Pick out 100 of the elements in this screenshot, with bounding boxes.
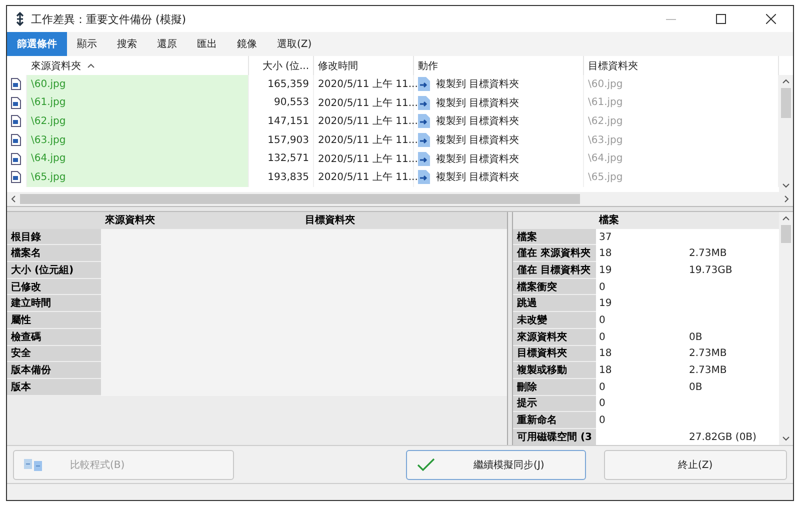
stat-count: 0 [598,314,606,328]
menu-tab[interactable]: 鏡像 [227,32,267,56]
scroll-up-icon[interactable] [782,78,790,84]
scroll-right-icon[interactable] [784,195,789,203]
menu-tab[interactable]: 篩選條件 [7,32,67,56]
image-file-icon [11,152,21,165]
vertical-scrollbar[interactable] [779,75,793,192]
property-label: 大小 (位元組) [7,262,101,279]
stat-count: 19 [598,264,613,278]
stat-label: 檔案 [513,228,596,246]
stat-label: 提示 [513,396,596,412]
stat-label: 未改變 [513,312,596,329]
property-label: 安全 [7,346,101,362]
stat-size: 2.73MB [688,247,728,262]
property-label: 檢查碼 [7,328,101,346]
column-header[interactable]: 目標資料夾 [584,56,779,75]
stat-label: 檔案衝突 [513,278,596,296]
image-file-icon [11,171,21,184]
stat-size: 2.73MB [688,364,728,378]
column-header[interactable]: 大小 (位... [249,56,314,75]
action-cell-text: 複製到 目標資料夾 [436,134,520,148]
source-file-cell: \62.jpg [27,112,249,131]
copy-arrow-icon [418,114,430,128]
scroll-thumb[interactable] [20,194,580,204]
stat-size: 2.73MB [688,347,728,362]
copy-arrow-icon [418,77,430,92]
stat-label: 來源資料夾 [513,328,596,346]
checkmark-icon [417,458,436,472]
stat-count: 0 [598,280,606,295]
menu-tab[interactable]: 匯出 [187,32,227,56]
sync-app-icon [15,12,25,26]
image-file-icon [11,115,21,128]
scroll-down-icon[interactable] [782,183,790,189]
size-cell: 90,553 [249,94,314,112]
property-label: 屬性 [7,312,101,329]
minimize-icon [666,18,676,20]
stat-count: 0 [598,397,606,412]
scroll-left-icon[interactable] [11,195,16,203]
stat-size: 27.82GB (0B) [688,430,758,445]
stat-label: 僅在 來源資料夾 [513,245,596,262]
size-cell: 157,903 [249,130,314,150]
property-label: 版本備份 [7,362,101,379]
column-header[interactable]: 修改時間 [314,56,414,75]
stat-count: 0 [598,330,606,345]
source-file-cell: \63.jpg [27,130,249,150]
stat-label: 複製或移動 [513,362,596,379]
vertical-scrollbar[interactable] [779,212,793,445]
action-button[interactable]: 繼續模擬同步(J) [406,450,586,480]
stat-count: 0 [598,414,606,428]
stat-size: 19.73GB [688,264,734,278]
property-label: 建立時間 [7,295,101,312]
scroll-thumb[interactable] [781,225,791,243]
compare-files-icon [24,456,42,472]
menu-tab[interactable]: 選取(Z) [267,32,322,56]
property-label: 已修改 [7,278,101,296]
property-label: 檔案名 [7,245,101,262]
menu-tab[interactable]: 搜索 [107,32,147,56]
size-cell: 132,571 [249,149,314,168]
size-cell: 147,151 [249,112,314,131]
stat-count: 37 [598,230,613,245]
stat-label: 僅在 目標資料夾 [513,262,596,279]
details-column-header: 目標資料夾 [301,212,507,229]
menu-tab[interactable]: 還原 [147,32,187,56]
image-file-icon [11,78,21,90]
action-cell-text: 複製到 目標資料夾 [436,170,520,184]
source-file-cell: \64.jpg [27,149,249,168]
stat-count: 18 [598,364,613,378]
copy-arrow-icon [418,133,430,148]
column-header[interactable]: 動作 [414,56,584,75]
maximize-icon [716,14,726,24]
close-icon [766,14,776,24]
stat-count: 0 [598,380,606,395]
image-file-icon [11,96,21,109]
source-file-cell: \65.jpg [27,168,249,187]
scroll-thumb[interactable] [781,88,791,118]
stats-header: 檔案 [596,212,686,229]
stat-size: 0B [688,380,704,395]
image-file-icon [11,134,21,146]
action-button[interactable]: 終止(Z) [604,450,787,480]
copy-arrow-icon [418,170,430,184]
action-cell-text: 複製到 目標資料夾 [436,78,520,92]
source-file-cell: \60.jpg [27,75,249,94]
action-cell-text: 複製到 目標資料夾 [436,114,520,128]
sort-ascending-icon [87,63,95,68]
menu-tab[interactable]: 顯示 [67,32,107,56]
action-cell-text: 複製到 目標資料夾 [436,96,520,110]
size-cell: 193,835 [249,168,314,187]
property-label: 版本 [7,378,101,396]
source-file-cell: \61.jpg [27,94,249,112]
stat-label: 目標資料夾 [513,346,596,362]
details-column-header: 來源資料夾 [101,212,301,229]
stat-count: 18 [598,347,613,362]
scroll-down-icon[interactable] [782,436,790,442]
stat-count: 18 [598,247,613,262]
action-cell-text: 複製到 目標資料夾 [436,152,520,166]
scroll-up-icon[interactable] [782,215,790,221]
copy-arrow-icon [418,96,430,110]
stat-count: 19 [598,297,613,312]
copy-arrow-icon [418,152,430,166]
stat-label: 重新命名 [513,412,596,429]
